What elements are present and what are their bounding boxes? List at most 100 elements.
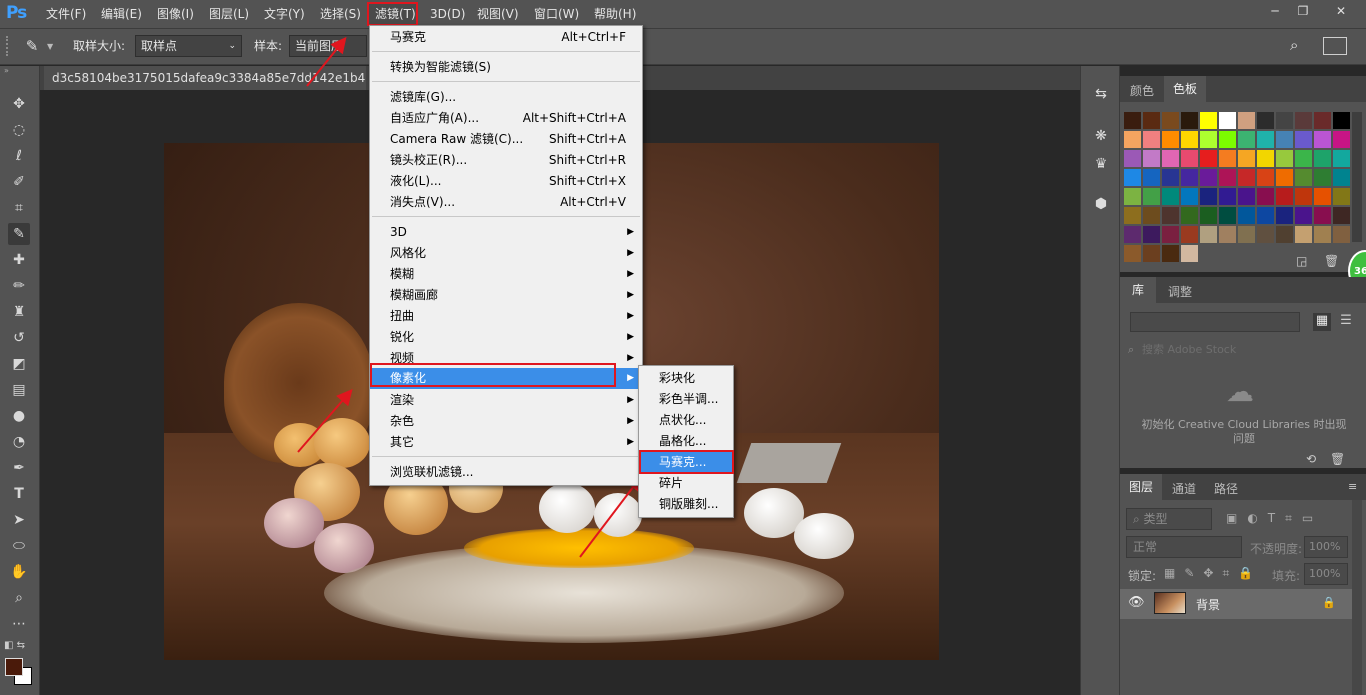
color-swatch[interactable]: [1124, 150, 1141, 167]
color-swatch[interactable]: [1276, 169, 1293, 186]
color-swatch[interactable]: [1124, 112, 1141, 129]
healing-brush-tool-icon[interactable]: ✚: [8, 249, 30, 271]
color-swatch[interactable]: [1295, 226, 1312, 243]
brush-settings-icon[interactable]: ❋: [1090, 128, 1112, 150]
menu-image[interactable]: 图像(I): [157, 5, 194, 23]
hand-tool-icon[interactable]: ✋: [8, 561, 30, 583]
menu-item-render[interactable]: 渲染 ▶: [370, 390, 642, 411]
color-swatch[interactable]: [1333, 169, 1350, 186]
color-swatch[interactable]: [1238, 131, 1255, 148]
color-swatch[interactable]: [1257, 131, 1274, 148]
color-swatch[interactable]: [1219, 207, 1236, 224]
color-swatch[interactable]: [1143, 112, 1160, 129]
color-swatch[interactable]: [1143, 169, 1160, 186]
ellipse-tool-icon[interactable]: ⬭: [8, 535, 30, 557]
color-swatch[interactable]: [1257, 188, 1274, 205]
color-swatch[interactable]: [1219, 188, 1236, 205]
color-swatch[interactable]: [1238, 226, 1255, 243]
tab-paths[interactable]: 路径: [1214, 480, 1238, 497]
blend-mode-select[interactable]: 正常: [1126, 536, 1242, 558]
restore-icon[interactable]: ❐: [1292, 3, 1314, 19]
color-swatch[interactable]: [1257, 226, 1274, 243]
color-swatch[interactable]: [1181, 112, 1198, 129]
tab-libraries[interactable]: 库: [1120, 277, 1156, 303]
color-swatch[interactable]: [1200, 207, 1217, 224]
color-swatch[interactable]: [1143, 131, 1160, 148]
menu-item-browse-filters-online[interactable]: 浏览联机滤镜...: [370, 462, 642, 483]
eraser-tool-icon[interactable]: ◩: [8, 353, 30, 375]
tool-preset-chevron-icon[interactable]: ▼: [47, 42, 53, 51]
color-swatch[interactable]: [1276, 226, 1293, 243]
trash-icon[interactable]: 🗑: [1330, 452, 1345, 466]
menu-item-fragment[interactable]: 碎片: [639, 473, 733, 494]
menu-file[interactable]: 文件(F): [46, 5, 86, 23]
zoom-tool-icon[interactable]: ⌕: [8, 587, 30, 609]
clone-stamp-tool-icon[interactable]: ♜: [8, 301, 30, 323]
menu-type[interactable]: 文字(Y): [264, 5, 305, 23]
menu-3d[interactable]: 3D(D): [430, 5, 465, 23]
menu-item-convert-smart-filter[interactable]: 转换为智能滤镜(S): [370, 57, 642, 78]
dodge-tool-icon[interactable]: ◔: [8, 431, 30, 453]
minimize-icon[interactable]: ─: [1264, 3, 1286, 19]
color-swatch[interactable]: [1219, 112, 1236, 129]
panel-menu-icon[interactable]: ≡: [1348, 480, 1357, 493]
collapse-icon[interactable]: »: [4, 66, 9, 75]
color-swatch[interactable]: [1124, 188, 1141, 205]
color-swatch[interactable]: [1162, 131, 1179, 148]
color-swatch[interactable]: [1143, 188, 1160, 205]
color-swatch[interactable]: [1238, 207, 1255, 224]
menu-item-stylize[interactable]: 风格化 ▶: [370, 243, 642, 264]
color-swatch[interactable]: [1200, 169, 1217, 186]
menu-item-3d[interactable]: 3D ▶: [370, 222, 642, 243]
menu-item-filter-gallery[interactable]: 滤镜库(G)...: [370, 87, 642, 108]
eye-icon[interactable]: 👁: [1128, 595, 1145, 610]
lock-icons[interactable]: ▦✎✥⌗🔒: [1164, 566, 1262, 581]
menu-help[interactable]: 帮助(H): [594, 5, 636, 23]
cc-sync-icon[interactable]: ⟲: [1306, 452, 1316, 466]
menu-item-blur[interactable]: 模糊 ▶: [370, 264, 642, 285]
color-swatch[interactable]: [1295, 131, 1312, 148]
brush-tool-icon[interactable]: ✏: [8, 275, 30, 297]
color-swatch[interactable]: [1162, 112, 1179, 129]
color-swatch[interactable]: [1200, 150, 1217, 167]
menu-item-vanishing-point[interactable]: 消失点(V)... Alt+Ctrl+V: [370, 192, 642, 213]
color-swatch[interactable]: [1219, 131, 1236, 148]
tab-color[interactable]: 颜色: [1130, 82, 1154, 99]
layers-scrollbar[interactable]: [1352, 500, 1362, 695]
menu-item-blur-gallery[interactable]: 模糊画廊 ▶: [370, 285, 642, 306]
lasso-tool-icon[interactable]: ℓ: [8, 145, 30, 167]
history-icon[interactable]: ⇆: [1090, 86, 1112, 108]
color-swatch[interactable]: [1219, 169, 1236, 186]
eyedropper-icon[interactable]: ✎: [20, 34, 44, 58]
menu-filter[interactable]: 滤镜(T): [375, 5, 416, 23]
history-brush-tool-icon[interactable]: ↺: [8, 327, 30, 349]
color-swatch[interactable]: [1333, 112, 1350, 129]
color-swatch[interactable]: [1314, 131, 1331, 148]
menu-item-camera-raw[interactable]: Camera Raw 滤镜(C)... Shift+Ctrl+A: [370, 129, 642, 150]
color-swatch[interactable]: [1162, 150, 1179, 167]
color-swatch[interactable]: [1162, 188, 1179, 205]
color-swatch[interactable]: [1181, 207, 1198, 224]
foreground-color-swatch[interactable]: [5, 658, 23, 676]
marquee-tool-icon[interactable]: ◌: [8, 119, 30, 141]
color-swatch[interactable]: [1314, 188, 1331, 205]
menu-item-other[interactable]: 其它 ▶: [370, 432, 642, 453]
brush-presets-icon[interactable]: ♛: [1090, 156, 1112, 178]
layer-filter-icons[interactable]: ▣◐T⌗▭: [1226, 511, 1323, 526]
color-swatch[interactable]: [1257, 169, 1274, 186]
menu-view[interactable]: 视图(V): [477, 5, 519, 23]
color-swatch[interactable]: [1238, 169, 1255, 186]
color-swatch[interactable]: [1143, 150, 1160, 167]
color-swatch[interactable]: [1162, 207, 1179, 224]
menu-item-crystallize[interactable]: 晶格化...: [639, 431, 733, 452]
fill-input[interactable]: 100%: [1304, 563, 1348, 585]
color-swatch[interactable]: [1257, 207, 1274, 224]
menu-item-last-filter[interactable]: 马赛克 Alt+Ctrl+F: [370, 27, 642, 48]
opacity-input[interactable]: 100%: [1304, 536, 1348, 558]
menu-item-adaptive-wide-angle[interactable]: 自适应广角(A)... Alt+Shift+Ctrl+A: [370, 108, 642, 129]
menu-item-pointillize[interactable]: 点状化...: [639, 410, 733, 431]
color-swatch[interactable]: [1257, 112, 1274, 129]
color-swatch[interactable]: [1257, 150, 1274, 167]
3d-icon[interactable]: ⬢: [1090, 196, 1112, 218]
list-view-icon[interactable]: ☰: [1337, 313, 1355, 331]
